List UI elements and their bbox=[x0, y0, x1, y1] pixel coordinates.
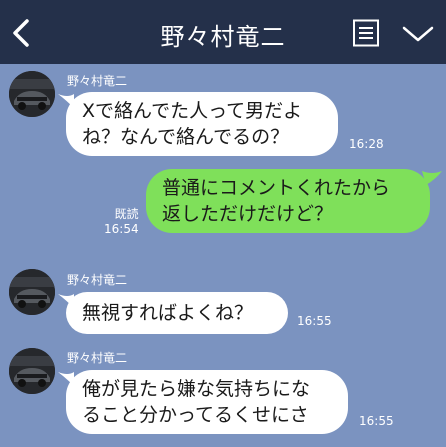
sender-name: 野々村竜二 bbox=[67, 74, 128, 88]
message-bubble[interactable]: 俺が見たら嫌な気持ちにな ること分かってるくせにさ bbox=[66, 370, 348, 434]
avatar[interactable] bbox=[9, 348, 55, 394]
chat-header: 野々村竜二 bbox=[0, 0, 446, 64]
sender-name: 野々村竜二 bbox=[67, 351, 128, 365]
message-text-line: ね？なんで絡んでるの？ bbox=[82, 126, 290, 148]
message-time: 16:28 bbox=[349, 137, 384, 151]
bubble-tail bbox=[422, 171, 442, 185]
read-status: 既読 16:54 bbox=[104, 207, 139, 237]
message-bubble[interactable]: 普通にコメントくれたから 返しただけだけど？ bbox=[146, 169, 430, 233]
message-time: 16:55 bbox=[359, 414, 394, 428]
message-time: 16:54 bbox=[104, 222, 139, 236]
avatar[interactable] bbox=[9, 269, 55, 315]
message-text-line: ること分かってるくせにさ bbox=[82, 404, 309, 426]
read-receipt: 既読 bbox=[114, 207, 139, 221]
message-text-line: 俺が見たら嫌な気持ちにな bbox=[82, 378, 311, 400]
message-text-line: 無視すればよくね？ bbox=[82, 302, 254, 324]
avatar[interactable] bbox=[9, 71, 55, 117]
message-time: 16:55 bbox=[297, 314, 332, 328]
message-bubble[interactable]: Xで絡んでた人って男だよ ね？なんで絡んでるの？ bbox=[66, 92, 338, 156]
message-bubble[interactable]: 無視すればよくね？ bbox=[66, 292, 288, 334]
message-text-line: 普通にコメントくれたから bbox=[162, 177, 391, 199]
sender-name: 野々村竜二 bbox=[67, 273, 128, 287]
notes-menu-icon[interactable] bbox=[352, 19, 380, 47]
chevron-down-icon[interactable] bbox=[401, 24, 435, 44]
message-text-line: 返しただけだけど？ bbox=[162, 203, 334, 225]
message-text-line: Xで絡んでた人って男だよ bbox=[82, 100, 303, 122]
